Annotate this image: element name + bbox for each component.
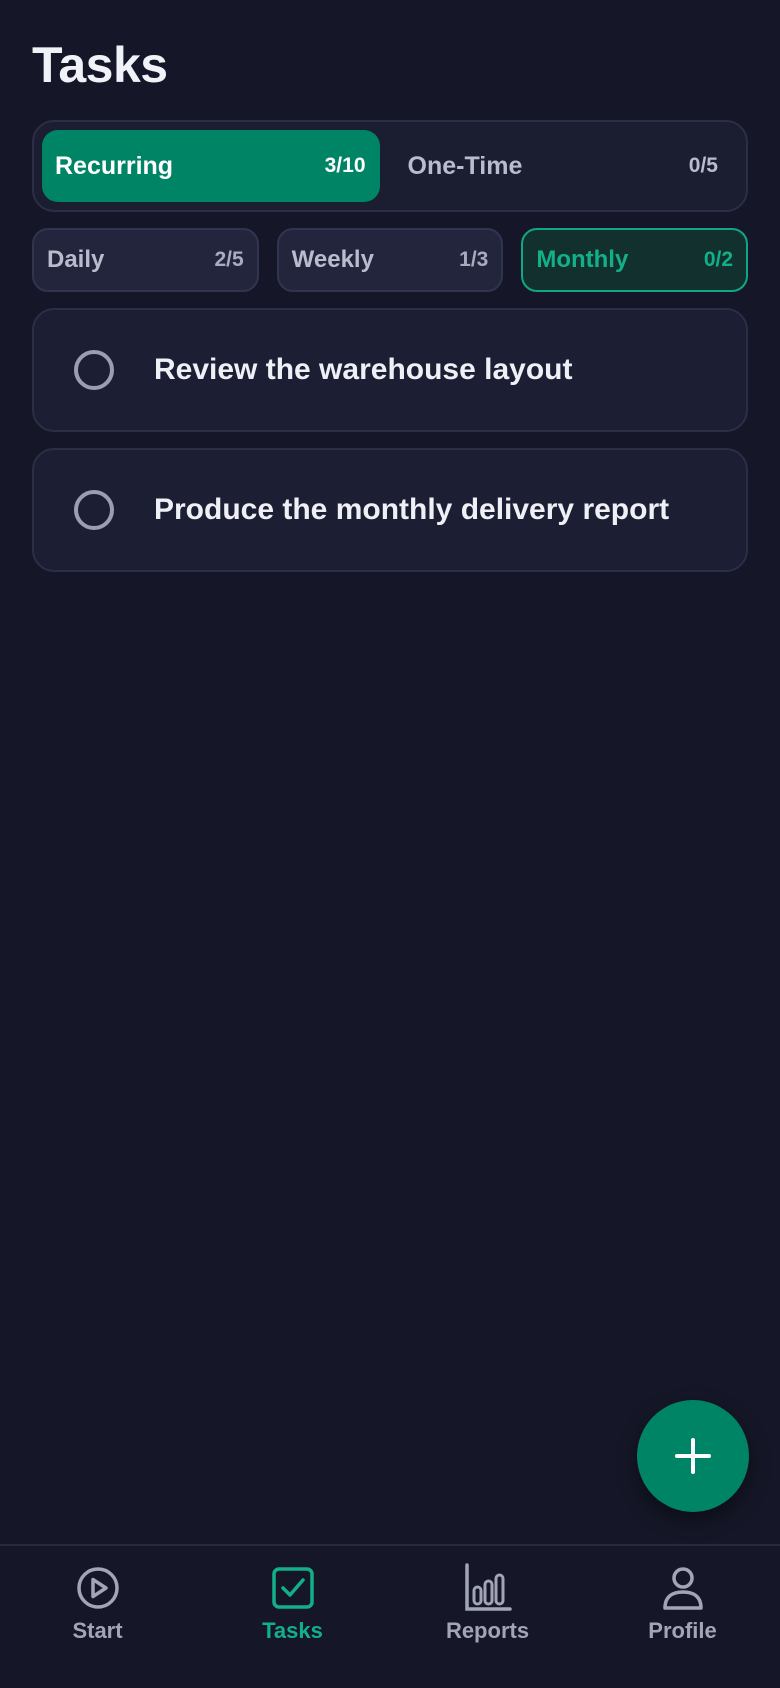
nav-start[interactable]: Start [0,1546,195,1688]
nav-profile-label: Profile [648,1618,717,1643]
filter-monthly[interactable]: Monthly 0/2 [521,228,749,292]
segment-one-time[interactable]: One-Time 0/5 [388,130,739,202]
period-filters: Daily 2/5 Weekly 1/3 Monthly 0/2 [32,228,749,292]
plus-icon [675,1438,711,1474]
filter-weekly[interactable]: Weekly 1/3 [276,228,504,292]
nav-profile[interactable]: Profile [585,1546,780,1688]
task-list: Review the warehouse layout Produce the … [32,308,748,588]
bottom-nav: Start Tasks Reports Profile [0,1544,780,1688]
segment-recurring-label: Recurring [55,151,174,180]
filter-monthly-label: Monthly [536,246,629,273]
segment-one-time-label: One-Time [407,151,523,180]
filter-monthly-count: 0/2 [703,248,734,271]
filter-daily-count: 2/5 [214,248,244,271]
segment-one-time-count: 0/5 [688,154,718,177]
nav-tasks[interactable]: Tasks [195,1546,390,1688]
bar-chart-icon [462,1562,514,1614]
segment-recurring-count: 3/10 [324,154,366,177]
page-title: Tasks [32,37,168,93]
task-checkbox[interactable] [74,490,114,530]
task-checkbox[interactable] [74,350,114,390]
task-card[interactable]: Produce the monthly delivery report [32,448,748,572]
nav-reports[interactable]: Reports [390,1546,585,1688]
add-task-button[interactable] [637,1400,749,1512]
filter-daily[interactable]: Daily 2/5 [32,228,259,292]
filter-weekly-count: 1/3 [459,248,489,271]
checkbox-icon [267,1562,319,1614]
task-type-segmented-control: Recurring 3/10 One-Time 0/5 [32,120,748,212]
tasks-screen: Tasks Recurring 3/10 One-Time 0/5 Daily … [0,0,780,1688]
task-card[interactable]: Review the warehouse layout [32,308,748,432]
nav-reports-label: Reports [445,1618,530,1643]
person-icon [657,1562,709,1614]
task-title: Review the warehouse layout [154,353,573,386]
segment-recurring[interactable]: Recurring 3/10 [42,130,380,202]
filter-daily-label: Daily [47,246,105,273]
task-title: Produce the monthly delivery report [154,493,670,526]
filter-weekly-label: Weekly [291,246,374,273]
play-circle-icon [72,1562,124,1614]
nav-tasks-label: Tasks [262,1618,323,1643]
nav-start-label: Start [72,1618,123,1643]
